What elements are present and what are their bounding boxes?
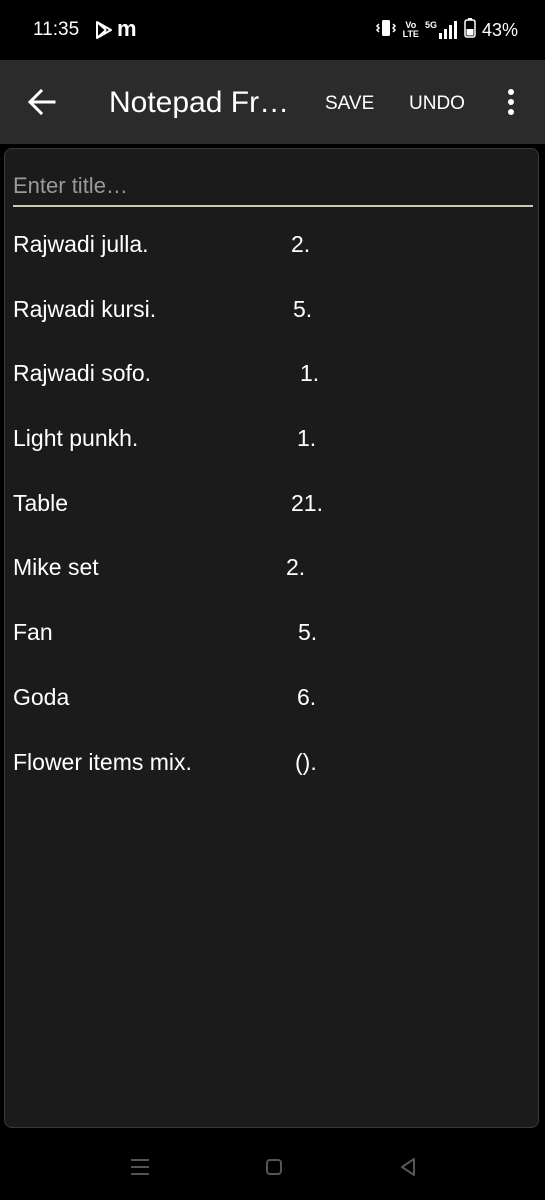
volte-icon: Vo LTE <box>402 20 419 39</box>
note-line: Goda 6. <box>13 676 533 741</box>
app-bar: Notepad Fr… SAVE UNDO <box>0 60 545 144</box>
note-line-qty: (). <box>295 748 317 775</box>
title-input[interactable] <box>13 167 533 207</box>
status-time: 11:35 <box>33 19 80 40</box>
note-line: Table 21. <box>13 482 533 547</box>
note-line-item: Mike set <box>13 554 99 581</box>
app-title: Notepad Fr… <box>109 86 290 119</box>
note-line-qty: 21. <box>291 489 323 516</box>
note-line: Fan 5. <box>13 611 533 676</box>
note-line-item: Fan <box>13 619 53 646</box>
note-line-qty: 2. <box>291 231 311 257</box>
play-store-icon <box>94 20 114 40</box>
vibrate-icon <box>375 18 397 43</box>
recents-button[interactable] <box>125 1152 155 1182</box>
save-button[interactable]: SAVE <box>325 93 374 115</box>
note-line-qty: 1. <box>297 425 317 452</box>
more-vert-icon <box>508 89 514 115</box>
note-line: Rajwadi kursi. 5. <box>13 288 533 353</box>
note-line-item: Light punkh. <box>13 425 139 452</box>
status-icons: Vo LTE 5G 43% <box>375 17 518 43</box>
note-line: Rajwadi julla. 2. <box>13 223 533 288</box>
note-line-qty: 1. <box>300 360 320 387</box>
note-line-item: Rajwadi sofo. <box>13 360 152 387</box>
status-bar: 11:35 m Vo LTE 5G 43% <box>0 0 545 60</box>
battery-icon <box>464 17 476 43</box>
note-line: Mike set 2. <box>13 546 533 611</box>
note-body-textarea[interactable]: Rajwadi julla. 2. Rajwadi kursi. 5. Rajw… <box>13 223 533 805</box>
note-line-qty: 6. <box>297 683 317 710</box>
back-nav-button[interactable] <box>393 1152 423 1182</box>
home-button[interactable] <box>259 1152 289 1182</box>
back-button[interactable] <box>20 80 64 124</box>
back-triangle-icon <box>401 1158 415 1176</box>
note-line-qty: 5. <box>298 619 318 646</box>
note-line-item: Rajwadi kursi. <box>13 295 157 322</box>
signal-5g-icon: 5G <box>425 20 458 40</box>
note-line-item: Flower items mix. <box>13 748 192 775</box>
undo-button[interactable]: UNDO <box>409 93 465 115</box>
note-line-item: Table <box>13 489 68 516</box>
menu-lines-icon <box>131 1159 149 1175</box>
back-arrow-icon <box>28 89 56 115</box>
note-editor: Rajwadi julla. 2. Rajwadi kursi. 5. Rajw… <box>4 148 539 1128</box>
note-line-qty: 2. <box>286 554 306 581</box>
note-line-qty: 5. <box>293 295 313 322</box>
note-line-item: Goda <box>13 683 70 710</box>
note-line-item: Rajwadi julla. <box>13 231 149 257</box>
note-line: Flower items mix. (). <box>13 741 533 806</box>
note-line: Rajwadi sofo. 1. <box>13 352 533 417</box>
navigation-bar <box>0 1130 545 1200</box>
more-options-button[interactable] <box>496 84 526 120</box>
home-square-icon <box>266 1159 282 1175</box>
notification-m-icon: m <box>117 16 137 41</box>
battery-percent: 43% <box>481 19 518 40</box>
note-line: Light punkh. 1. <box>13 417 533 482</box>
